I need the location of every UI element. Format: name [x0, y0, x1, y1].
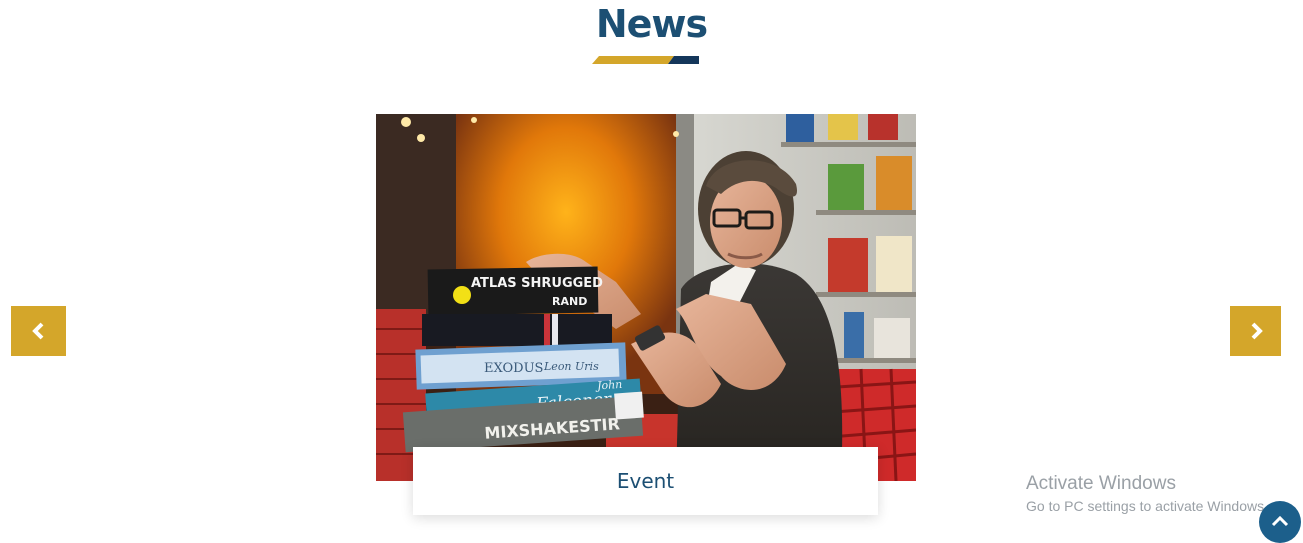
- chevron-left-icon: [31, 322, 43, 340]
- carousel-next-button[interactable]: [1230, 306, 1281, 356]
- activate-windows-subtitle: Go to PC settings to activate Windows.: [1026, 497, 1268, 514]
- activate-windows-title: Activate Windows: [1026, 473, 1176, 494]
- section-title: News: [595, 2, 708, 46]
- book-1-title: ATLAS SHRUGGED: [471, 276, 603, 291]
- carousel-prev-button[interactable]: [11, 306, 66, 356]
- chevron-up-icon: [1271, 515, 1289, 527]
- scroll-to-top-button[interactable]: [1259, 501, 1301, 543]
- underline-gold-segment: [592, 56, 674, 64]
- activate-windows-watermark: Activate Windows Go to PC settings to ac…: [1026, 473, 1296, 514]
- book-3-author: Leon Uris: [543, 360, 599, 373]
- title-underline: [592, 56, 699, 64]
- book-3-title: EXODUS: [484, 361, 543, 376]
- news-caption: Event: [616, 469, 675, 493]
- news-photo: ATLAS SHRUGGED RAND EXODUS Leon Uris Fal…: [376, 114, 916, 481]
- news-slide-image[interactable]: ATLAS SHRUGGED RAND EXODUS Leon Uris Fal…: [376, 114, 916, 481]
- book-4-author: John: [595, 378, 623, 393]
- book-1-author: RAND: [552, 295, 587, 308]
- news-caption-card[interactable]: Event: [413, 447, 878, 515]
- chevron-right-icon: [1251, 322, 1263, 340]
